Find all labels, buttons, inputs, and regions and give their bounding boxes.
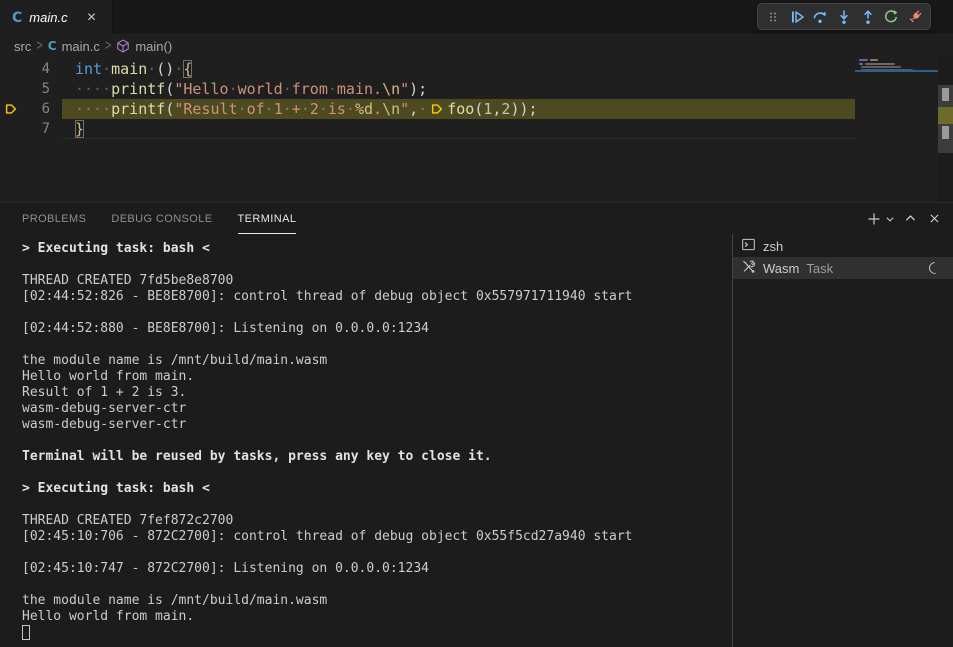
terminal-list-item-wasm-task[interactable]: Wasm Task [733,257,953,279]
gutter-glyph-margin [0,59,22,79]
tab-problems[interactable]: PROBLEMS [22,203,86,234]
terminal-line: [02:44:52:826 - BE8E8700]: control threa… [22,289,732,305]
line-number: 4 [22,59,50,79]
panel-actions [863,203,945,234]
terminal-line [22,305,732,321]
terminal-dropdown-chevron-icon[interactable] [883,208,897,230]
terminal-line: [02:45:10:747 - 872C2700]: Listening on … [22,561,732,577]
maximize-panel-button[interactable] [899,208,921,230]
debug-toolbar [757,3,931,30]
breadcrumb: src > C main.c > main() [0,35,953,57]
line-number: 7 [22,119,50,139]
code-line-4[interactable]: 4 int·main·()·{ [0,59,855,79]
breadcrumb-item-src[interactable]: src [14,39,31,54]
terminal-list-item-zsh[interactable]: zsh [733,235,953,257]
terminal-line [22,545,732,561]
gutter-glyph-margin [0,119,22,139]
tab-terminal[interactable]: TERMINAL [238,203,297,234]
new-terminal-button[interactable] [863,208,885,230]
terminal-line: the module name is /mnt/build/main.wasm [22,353,732,369]
terminal-line: THREAD CREATED 7fef872c2700 [22,513,732,529]
panel-header: PROBLEMS DEBUG CONSOLE TERMINAL [0,203,953,234]
terminal-line [22,433,732,449]
restart-button[interactable] [881,5,903,28]
minimap[interactable] [855,57,938,202]
chevron-right-icon: > [36,38,42,54]
tab-debug-console[interactable]: DEBUG CONSOLE [111,203,212,234]
terminal-line [22,497,732,513]
code-lines[interactable]: 4 int·main·()·{ 5 ····printf("Hello·world·f… [0,57,855,202]
c-file-icon: C [12,10,22,26]
terminal-line: Hello world from main. [22,369,732,385]
terminal-icon [741,237,756,255]
line-number: 5 [22,79,50,99]
terminal-line: [02:45:10:706 - 872C2700]: control threa… [22,529,732,545]
code-editor: 4 int·main·()·{ 5 ····printf("Hello·world·f… [0,57,953,202]
terminal-line: > Executing task: bash < [22,241,732,257]
breadcrumb-item-file[interactable]: C main.c [48,39,100,54]
terminal-line: Hello world from main. [22,609,732,625]
minimap-highlight [855,70,938,72]
symbol-cube-icon [116,39,130,53]
terminal-line: THREAD CREATED 7fd5be8e8700 [22,273,732,289]
breadcrumb-item-symbol[interactable]: main() [116,39,172,54]
editor-scrollbar[interactable] [938,57,953,202]
tab-main-c[interactable]: C main.c × [0,0,113,35]
close-icon[interactable]: × [82,8,102,28]
terminal-line [22,577,732,593]
code-text[interactable]: ····printf("Hello·world·from·main.\n"); [62,79,855,99]
terminal-line [22,465,732,481]
terminal-line [22,257,732,273]
continue-button[interactable] [786,5,808,28]
inline-stackframe-icon [427,101,447,121]
line-number: 6 [22,99,50,119]
close-panel-button[interactable] [923,208,945,230]
terminal-output[interactable]: > Executing task: bash < THREAD CREATED … [0,234,732,647]
terminal-line: the module name is /mnt/build/main.wasm [22,593,732,609]
loading-spinner-icon [927,260,944,277]
gutter-glyph-margin [0,79,22,99]
gutter[interactable]: 4 [0,59,62,79]
step-out-button[interactable] [857,5,879,28]
tools-icon [741,259,756,277]
code-text[interactable]: } [62,119,855,139]
terminal-line: Result of 1 + 2 is 3. [22,385,732,401]
terminal-line: [02:44:52:880 - BE8E8700]: Listening on … [22,321,732,337]
step-over-button[interactable] [809,5,831,28]
editor-tab-bar: C main.c × [0,0,953,35]
terminal-line: wasm-debug-server-ctr [22,417,732,433]
code-line-7[interactable]: 7} [0,119,855,139]
c-file-icon: C [48,39,57,53]
terminal-line: wasm-debug-server-ctr [22,401,732,417]
code-text[interactable]: ····printf("Result·of·1·+·2·is·%d.\n",·f… [62,99,855,119]
code-line-6[interactable]: 6 ····printf("Result·of·1·+·2·is·%d.\n",·… [0,99,855,119]
terminal-line: > Executing task: bash < [22,481,732,497]
terminal-list: zsh Wasm Task [733,234,953,647]
gutter[interactable]: 5 [0,79,62,99]
drag-handle-icon[interactable] [762,5,784,28]
gutter[interactable]: 6 [0,99,62,119]
terminal-cursor [22,625,30,640]
terminal-line [22,337,732,353]
debug-current-line-arrow-icon [0,99,22,119]
terminal-line: Terminal will be reused by tasks, press … [22,449,732,465]
tab-label: main.c [29,10,67,25]
task-badge: Task [806,261,833,276]
code-text[interactable]: int·main·()·{ [62,59,855,79]
chevron-right-icon: > [105,38,111,54]
step-into-button[interactable] [833,5,855,28]
disconnect-button[interactable] [904,5,926,28]
code-line-5[interactable]: 5 ····printf("Hello·world·from·main.\n"); [0,79,855,99]
gutter[interactable]: 7 [0,119,62,139]
terminal-line [22,625,732,641]
bottom-panel: PROBLEMS DEBUG CONSOLE TERMINAL > Execut… [0,202,953,647]
